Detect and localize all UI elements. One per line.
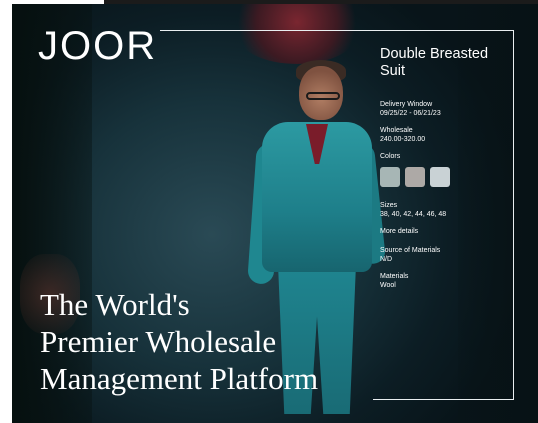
- color-swatch-2[interactable]: [405, 167, 425, 187]
- tagline-line-1: The World's: [40, 287, 190, 322]
- colors-section: Colors: [380, 152, 508, 161]
- product-title-line-1: Double Breasted: [380, 46, 489, 62]
- sizes-value: 38, 40, 42, 44, 46, 48: [380, 211, 447, 218]
- more-details-link[interactable]: More details: [380, 227, 508, 236]
- delivery-window: Delivery Window 09/25/22 - 06/21/23: [380, 100, 508, 118]
- colors-label: Colors: [380, 153, 401, 160]
- wholesale-price: Wholesale 240.00-320.00: [380, 126, 508, 144]
- tagline-line-3: Management Platform: [40, 361, 319, 396]
- color-swatch-1[interactable]: [380, 167, 400, 187]
- frame-line-right: [513, 30, 514, 400]
- materials-value: Wool: [380, 282, 396, 289]
- model-glasses: [306, 92, 340, 100]
- color-swatch-3[interactable]: [430, 167, 450, 187]
- wholesale-label: Wholesale: [380, 127, 413, 134]
- product-title-line-2: Suit: [380, 63, 405, 79]
- hero-tagline: The World's Premier Wholesale Management…: [40, 286, 318, 397]
- tagline-line-2: Premier Wholesale: [40, 324, 277, 359]
- sizes: Sizes 38, 40, 42, 44, 46, 48: [380, 201, 508, 219]
- source-of-materials-label: Source of Materials: [380, 247, 441, 254]
- wholesale-value: 240.00-320.00: [380, 136, 426, 143]
- product-info-panel: Double Breasted Suit Delivery Window 09/…: [380, 46, 508, 298]
- materials: Materials Wool: [380, 272, 508, 290]
- product-title: Double Breasted Suit: [380, 46, 508, 80]
- source-of-materials: Source of Materials N/D: [380, 246, 508, 264]
- color-swatches: [380, 167, 508, 187]
- sizes-label: Sizes: [380, 202, 398, 209]
- frame-line-top: [160, 30, 514, 31]
- materials-label: Materials: [380, 273, 409, 280]
- delivery-window-label: Delivery Window: [380, 101, 433, 108]
- frame-line-bottom: [373, 399, 514, 400]
- joor-logo[interactable]: JOOR: [38, 26, 157, 66]
- source-of-materials-value: N/D: [380, 256, 393, 263]
- delivery-window-value: 09/25/22 - 06/21/23: [380, 110, 441, 117]
